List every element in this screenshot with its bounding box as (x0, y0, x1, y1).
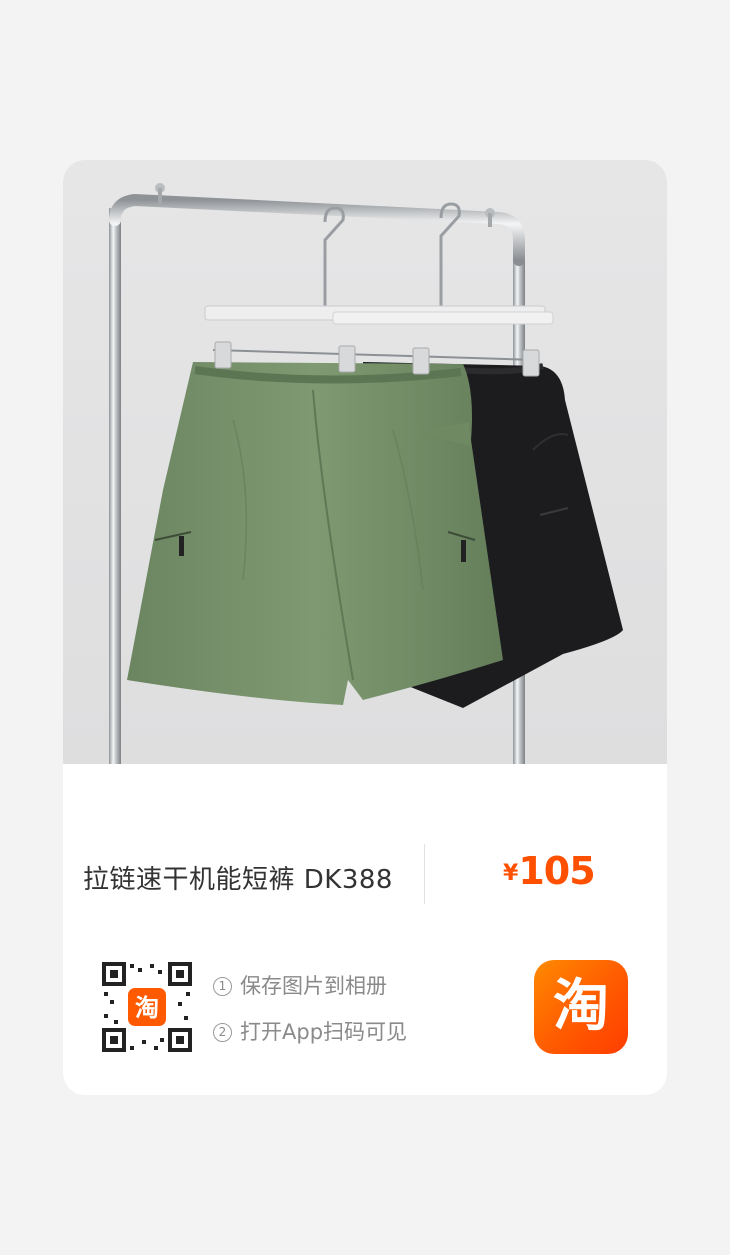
price-currency-symbol: ¥ (503, 861, 519, 886)
product-title[interactable]: 拉链速干机能短裤 DK388 (83, 859, 393, 896)
product-photo-illustration (109, 183, 623, 764)
product-price: ¥105 (503, 849, 596, 893)
step-text: 保存图片到相册 (240, 974, 387, 998)
qr-center-logo: 淘 (135, 994, 159, 1022)
step-number-icon: 1 (213, 977, 232, 996)
product-info: 拉链速干机能短裤 DK388 ¥105 (63, 764, 667, 944)
step-text: 打开App扫码可见 (240, 1020, 408, 1044)
step-save-image: 1 保存图片到相册 (213, 970, 387, 1000)
step-open-app-scan: 2 打开App扫码可见 (213, 1016, 407, 1046)
qr-code-icon: 淘 (100, 960, 194, 1054)
share-card: 拉链速干机能短裤 DK388 ¥105 淘 1 保存图片到相册 2 打开App扫… (63, 160, 667, 1095)
price-amount: 105 (518, 849, 595, 893)
product-image[interactable] (63, 160, 667, 764)
divider (424, 844, 425, 904)
step-number-icon: 2 (213, 1023, 232, 1042)
taobao-app-icon[interactable]: 淘 (534, 960, 628, 1054)
qr-code[interactable]: 淘 (100, 960, 194, 1054)
